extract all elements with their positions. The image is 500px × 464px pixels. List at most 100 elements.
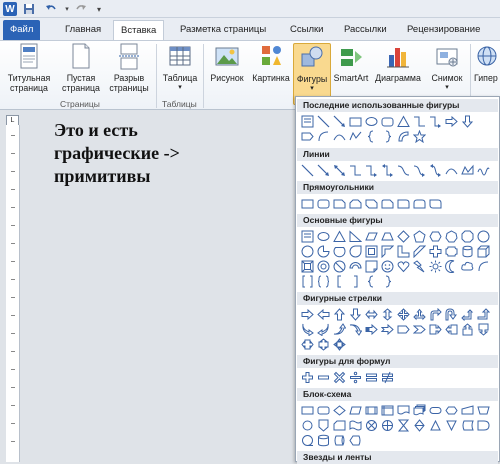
textbox-shape-icon[interactable] [300,114,315,129]
down-arrow-callout-shape-icon[interactable] [476,322,491,337]
title-page-button[interactable]: Титульная страница [4,43,54,93]
half-frame-shape-icon[interactable] [380,244,395,259]
double-bracket-shape-icon[interactable] [300,274,315,289]
textbox-shape-icon[interactable] [300,229,315,244]
rectangle-shape-icon[interactable] [348,114,363,129]
flowchart-internal-storage-shape-icon[interactable] [380,403,395,418]
flowchart-punched-tape-shape-icon[interactable] [348,418,363,433]
up-arrow-callout-shape-icon[interactable] [460,322,475,337]
page-break-button[interactable]: Разрыв страницы [106,43,152,93]
document-text[interactable]: Это и есть графические -> примитивы [54,119,180,188]
pie-shape-icon[interactable] [316,244,331,259]
triangle-shape-icon[interactable] [332,229,347,244]
frame-shape-icon[interactable] [364,244,379,259]
oval-shape-icon[interactable] [364,114,379,129]
tab-references[interactable]: Ссылки [283,20,330,40]
curved-double-arrow-shape-icon[interactable] [428,163,443,178]
tab-file[interactable]: Файл [3,20,41,40]
flowchart-magnetic-disk-shape-icon[interactable] [316,433,331,448]
u-turn-arrow-shape-icon[interactable] [444,307,459,322]
flowchart-delay-shape-icon[interactable] [476,418,491,433]
minus-shape-icon[interactable] [316,370,331,385]
quad-arrow-shape-icon[interactable] [396,307,411,322]
plaque-shape-icon[interactable] [444,244,459,259]
curved-up-arrow-shape-icon[interactable] [332,322,347,337]
cross-shape-icon[interactable] [428,244,443,259]
heart-shape-icon[interactable] [396,259,411,274]
diamond-shape-icon[interactable] [396,229,411,244]
left-bracket-shape-icon[interactable] [332,274,347,289]
hexagon-shape-icon[interactable] [428,229,443,244]
heptagon-shape-icon[interactable] [444,229,459,244]
clipart-button[interactable]: Картинка [249,43,293,83]
equal-shape-icon[interactable] [364,370,379,385]
left-right-arrow-shape-icon[interactable] [364,307,379,322]
striped-right-arrow-shape-icon[interactable] [364,322,379,337]
flowchart-off-page-connector-shape-icon[interactable] [316,418,331,433]
freeform-shape-icon[interactable] [348,129,363,144]
flowchart-collate-shape-icon[interactable] [396,418,411,433]
flowchart-process-shape-icon[interactable] [300,403,315,418]
flowchart-data-shape-icon[interactable] [348,403,363,418]
teardrop-shape-icon[interactable] [348,244,363,259]
flowchart-decision-shape-icon[interactable] [332,403,347,418]
elbow-connector-shape-icon[interactable] [412,114,427,129]
customize-icon[interactable]: ▾ [92,2,106,16]
bent-arrow-shape-icon[interactable] [428,307,443,322]
right-bracket-shape-icon[interactable] [348,274,363,289]
up-arrow-shape-icon[interactable] [332,307,347,322]
right-arrow-shape-icon[interactable] [444,114,459,129]
round-single-corner-rectangle-shape-icon[interactable] [396,196,411,211]
tab-review[interactable]: Рецензирование [400,20,487,40]
curved-right-arrow-shape-icon[interactable] [300,322,315,337]
decagon-shape-icon[interactable] [476,229,491,244]
flowchart-direct-access-storage-shape-icon[interactable] [332,433,347,448]
word-logo-icon[interactable]: W [3,2,17,16]
diagonal-stripe-shape-icon[interactable] [412,244,427,259]
not-equal-shape-icon[interactable] [380,370,395,385]
star-shape-icon[interactable] [412,129,427,144]
tab-home[interactable]: Главная [58,20,108,40]
flowchart-card-shape-icon[interactable] [332,418,347,433]
curve-shape-icon[interactable] [444,163,459,178]
snip-same-side-rectangle-shape-icon[interactable] [348,196,363,211]
bent-up-arrow-shape-icon[interactable] [476,307,491,322]
snip-single-corner-rectangle-shape-icon[interactable] [332,196,347,211]
table-button[interactable]: Таблица ▾ [160,43,200,93]
arc-shape-icon[interactable] [316,129,331,144]
chord-shape-icon[interactable] [332,244,347,259]
right-brace-shape-icon[interactable] [380,129,395,144]
curved-left-arrow-shape-icon[interactable] [316,322,331,337]
cloud-shape-icon[interactable] [460,259,475,274]
block-arc-shape-icon[interactable] [396,129,411,144]
tab-insert[interactable]: Вставка [113,20,165,40]
rounded-rectangle-shape-icon[interactable] [380,114,395,129]
up-down-arrow-shape-icon[interactable] [380,307,395,322]
up-down-arrow-callout-shape-icon[interactable] [316,337,331,352]
parallelogram-shape-icon[interactable] [364,229,379,244]
smiley-face-shape-icon[interactable] [380,259,395,274]
chart-button[interactable]: Диаграмма [372,43,424,83]
octagon-shape-icon[interactable] [460,229,475,244]
flowchart-sort-shape-icon[interactable] [412,418,427,433]
left-right-up-arrow-shape-icon[interactable] [412,307,427,322]
flowchart-predefined-process-shape-icon[interactable] [364,403,379,418]
picture-button[interactable]: Рисунок [207,43,247,83]
flowchart-multidocument-shape-icon[interactable] [412,403,427,418]
arrow-shape-icon[interactable] [316,163,331,178]
rounded-rectangle-shape-icon[interactable] [316,196,331,211]
multiply-shape-icon[interactable] [332,370,347,385]
freeform-shape-icon[interactable] [460,163,475,178]
divide-shape-icon[interactable] [348,370,363,385]
hyperlink-button[interactable]: Гипер [474,43,500,83]
scribble-shape-icon[interactable] [476,163,491,178]
left-arrow-callout-shape-icon[interactable] [444,322,459,337]
left-right-arrow-callout-shape-icon[interactable] [300,337,315,352]
line-shape-icon[interactable] [300,163,315,178]
blank-page-button[interactable]: Пустая страница [58,43,104,93]
flowchart-sequential-storage-shape-icon[interactable] [300,433,315,448]
line-shape-icon[interactable] [316,114,331,129]
flowchart-preparation-shape-icon[interactable] [444,403,459,418]
undo-dropdown-icon[interactable]: ▾ [60,2,74,16]
down-arrow-shape-icon[interactable] [460,114,475,129]
